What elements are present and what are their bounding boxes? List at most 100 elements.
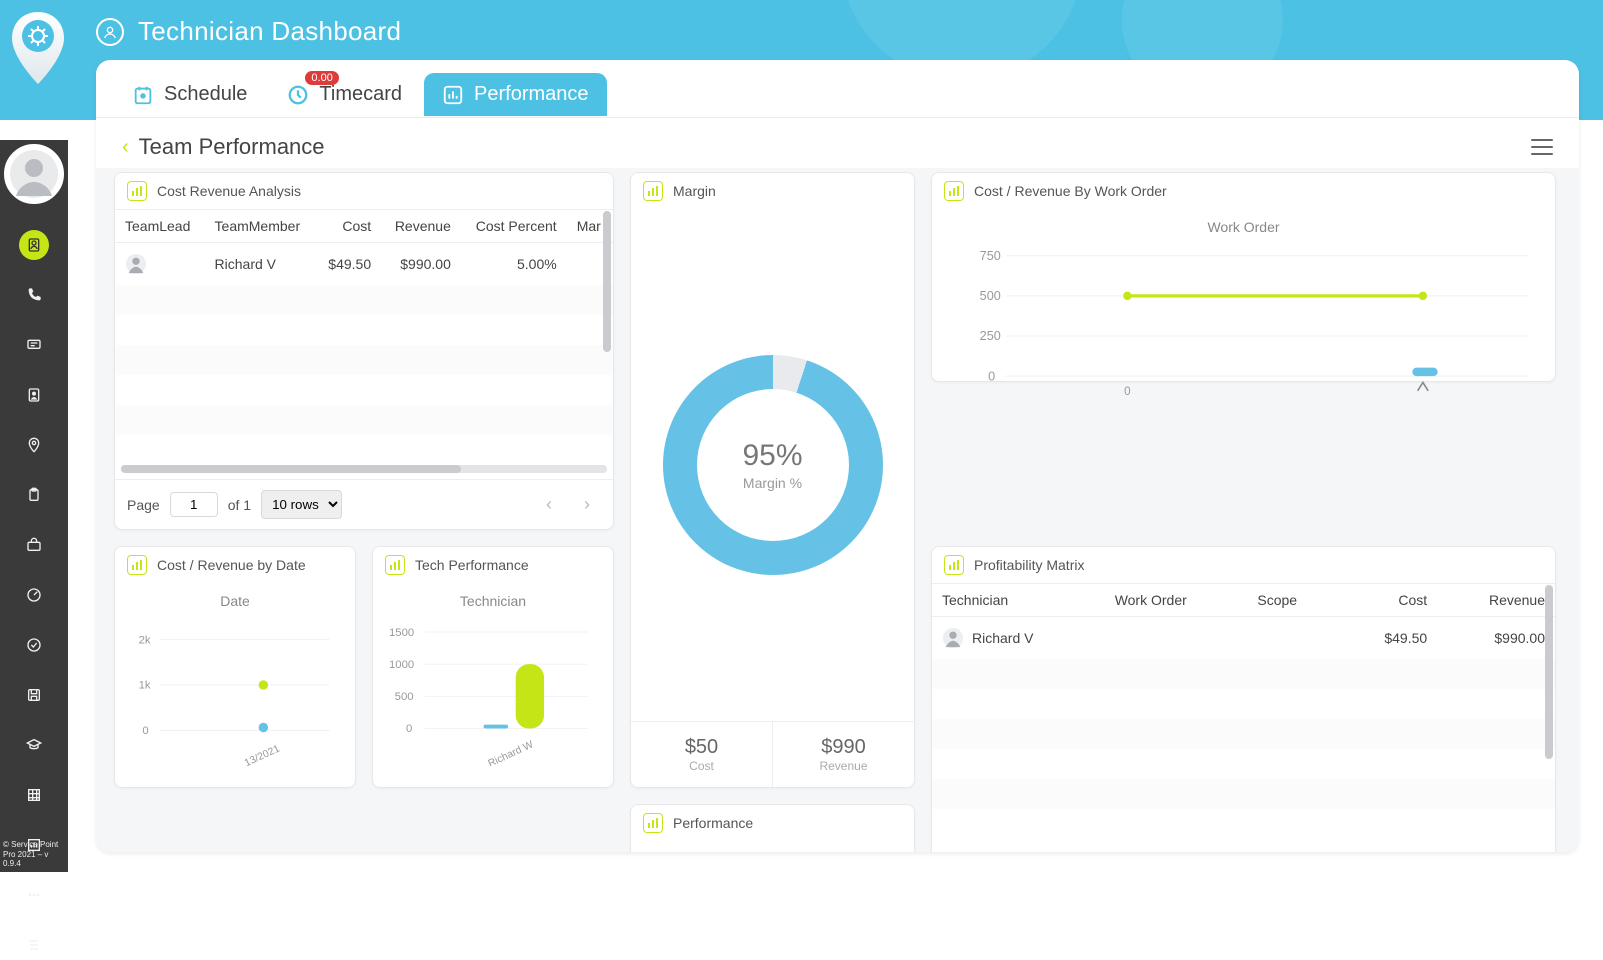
- svg-text:2k: 2k: [139, 634, 151, 646]
- chart-title: Date: [131, 593, 339, 609]
- pager-of: of 1: [228, 497, 251, 513]
- sidebar-item-check[interactable]: [19, 630, 49, 660]
- col-teamlead[interactable]: TeamLead: [115, 210, 205, 243]
- card-title: Cost / Revenue by Date: [157, 557, 306, 573]
- profitability-table[interactable]: Technician Work Order Scope Cost Revenue…: [932, 583, 1555, 852]
- scrollbar[interactable]: [603, 211, 611, 352]
- col-technician[interactable]: Technician: [932, 584, 1105, 617]
- page-prev[interactable]: ‹: [535, 491, 563, 519]
- sidebar-item-gauge[interactable]: [19, 580, 49, 610]
- chart-title: Work Order: [948, 219, 1539, 235]
- main-panel: Schedule 0.00 Timecard Performance ‹ Tea…: [96, 60, 1579, 852]
- card-title: Performance: [673, 815, 753, 831]
- table-row[interactable]: Richard V $49.50 $990.00: [932, 617, 1555, 660]
- chart-icon: [944, 555, 964, 575]
- margin-cost: $50: [631, 736, 772, 759]
- svg-text:0: 0: [406, 723, 412, 735]
- svg-text:1500: 1500: [389, 627, 414, 639]
- svg-text:1000: 1000: [389, 659, 414, 671]
- tab-schedule[interactable]: Schedule: [114, 73, 265, 116]
- rows-select[interactable]: 10 rows: [261, 490, 342, 519]
- card-cost-revenue-analysis: Cost Revenue Analysis TeamLead TeamMembe…: [114, 172, 614, 530]
- sidebar-item-save[interactable]: [19, 680, 49, 710]
- svg-text:0: 0: [1124, 385, 1130, 398]
- sidebar-item-grid[interactable]: [19, 780, 49, 810]
- tab-performance-label: Performance: [474, 83, 589, 106]
- pager: Page of 1 10 rows ‹ ›: [115, 479, 613, 529]
- col-costpercent[interactable]: Cost Percent: [461, 210, 567, 243]
- col-workorder[interactable]: Work Order: [1105, 584, 1248, 617]
- sidebar-item-message[interactable]: [19, 330, 49, 360]
- col-cost[interactable]: Cost: [1340, 584, 1437, 617]
- timecard-badge: 0.00: [305, 71, 338, 85]
- card-performance: Performance 3Invoices $330Average Invoic…: [630, 804, 915, 852]
- pager-label: Page: [127, 497, 160, 513]
- page-title: Technician Dashboard: [138, 16, 401, 47]
- tabs: Schedule 0.00 Timecard Performance: [96, 60, 1579, 118]
- sidebar-item-toolbox[interactable]: [19, 530, 49, 560]
- card-tech-performance: Tech Performance Technician 1500 1000 500 0…: [372, 546, 614, 788]
- svg-text:500: 500: [395, 691, 414, 703]
- margin-percent-label: Margin %: [743, 475, 802, 491]
- user-circle-icon: [96, 18, 124, 46]
- chart-icon: [385, 555, 405, 575]
- tab-timecard-label: Timecard: [319, 83, 402, 106]
- page-input[interactable]: [170, 492, 218, 517]
- sidebar-item-clipboard[interactable]: [19, 480, 49, 510]
- tab-timecard[interactable]: 0.00 Timecard: [269, 73, 420, 116]
- svg-text:250: 250: [980, 329, 1001, 343]
- margin-stats: $50Cost $990Revenue: [631, 721, 914, 787]
- cell-cost: $49.50: [315, 243, 381, 286]
- svg-text:0: 0: [142, 725, 148, 737]
- svg-text:0: 0: [988, 369, 995, 383]
- col-revenue[interactable]: Revenue: [1437, 584, 1555, 617]
- hamburger-icon[interactable]: [1531, 139, 1553, 155]
- brand-logo: [10, 10, 66, 86]
- content-head: ‹ Team Performance: [96, 118, 1579, 168]
- sidebar-item-ellipsis[interactable]: [19, 880, 49, 910]
- sidebar-item-contact[interactable]: [19, 380, 49, 410]
- cell-costpercent: 5.00%: [461, 243, 567, 286]
- margin-cost-label: Cost: [631, 759, 772, 773]
- tab-schedule-label: Schedule: [164, 83, 247, 106]
- back-button[interactable]: ‹: [122, 136, 129, 159]
- svg-text:13/2021: 13/2021: [243, 743, 282, 766]
- col-cost[interactable]: Cost: [315, 210, 381, 243]
- chart-icon: [127, 181, 147, 201]
- col-teammember[interactable]: TeamMember: [205, 210, 316, 243]
- hscrollbar[interactable]: [121, 465, 607, 473]
- svg-text:1k: 1k: [139, 680, 151, 692]
- card-cr-date: Cost / Revenue by Date Date 2k 1k 0 13/202…: [114, 546, 356, 788]
- card-title: Cost Revenue Analysis: [157, 183, 301, 199]
- margin-revenue-label: Revenue: [773, 759, 914, 773]
- footer-copyright: © Service Point Pro 2021 – v 0.9.4: [3, 840, 67, 869]
- margin-donut: 95% Margin %: [663, 355, 883, 575]
- current-user-avatar[interactable]: [0, 140, 68, 208]
- chart-icon: [944, 181, 964, 201]
- section-title: Team Performance: [139, 134, 325, 160]
- cell-tech: Richard V: [972, 630, 1033, 646]
- col-revenue[interactable]: Revenue: [381, 210, 461, 243]
- svg-text:750: 750: [980, 249, 1001, 263]
- card-title: Profitability Matrix: [974, 557, 1084, 573]
- cost-revenue-table[interactable]: TeamLead TeamMember Cost Revenue Cost Pe…: [115, 209, 613, 465]
- cards-grid: Cost Revenue Analysis TeamLead TeamMembe…: [96, 168, 1579, 852]
- sidebar-item-location[interactable]: [19, 430, 49, 460]
- card-cr-work-order: Cost / Revenue By Work Order Work Order …: [931, 172, 1556, 382]
- margin-revenue: $990: [773, 736, 914, 759]
- sidebar-item-phone[interactable]: [19, 280, 49, 310]
- scrollbar[interactable]: [1545, 585, 1553, 759]
- sidebar-item-education[interactable]: [19, 730, 49, 760]
- page-next[interactable]: ›: [573, 491, 601, 519]
- card-title: Tech Performance: [415, 557, 529, 573]
- work-order-chart: 7505002500 0: [948, 241, 1539, 399]
- tech-chart: 150010005000 Richard W: [389, 615, 597, 766]
- tab-performance[interactable]: Performance: [424, 73, 607, 116]
- page-header: Technician Dashboard: [96, 16, 401, 47]
- chart-icon: [643, 813, 663, 833]
- col-scope[interactable]: Scope: [1247, 584, 1339, 617]
- chart-title: Technician: [389, 593, 597, 609]
- table-row[interactable]: Richard V $49.50 $990.00 5.00%: [115, 243, 613, 286]
- sidebar-item-list[interactable]: [19, 930, 49, 960]
- sidebar-item-technician[interactable]: [19, 230, 49, 260]
